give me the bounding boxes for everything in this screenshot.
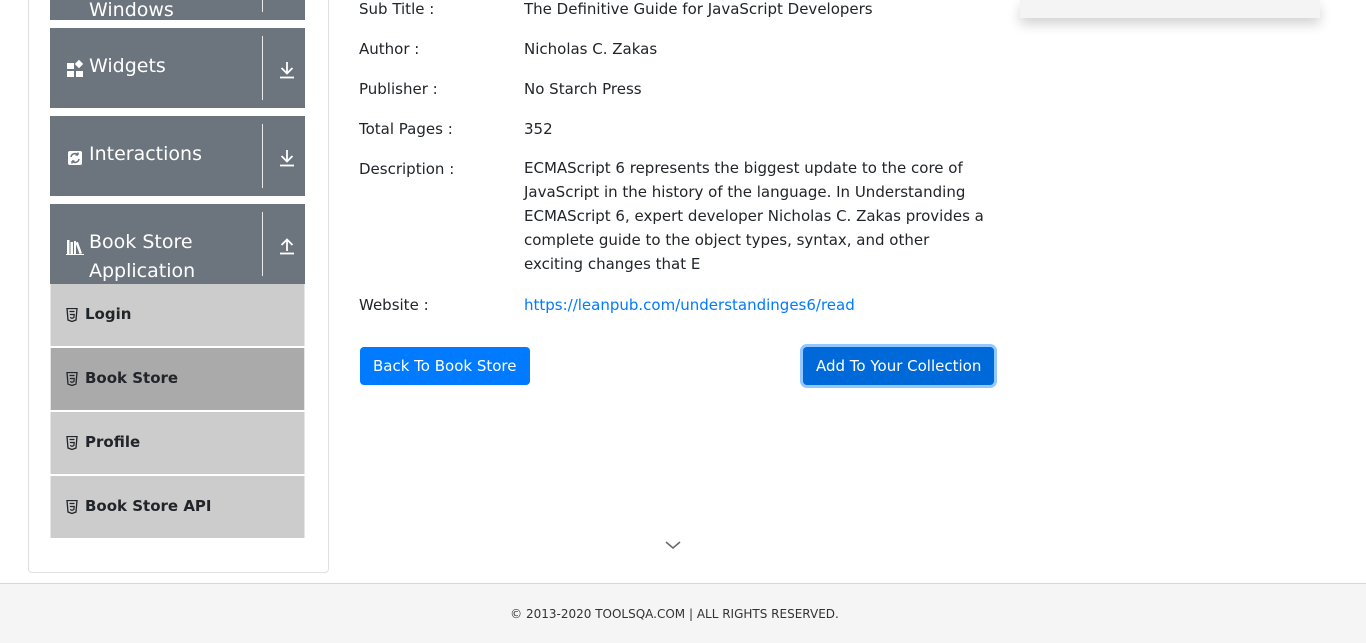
sidebar-item-label: Login <box>85 305 132 323</box>
subtitle-value: The Definitive Guide for JavaScript Deve… <box>524 0 873 18</box>
subtitle-label: Sub Title : <box>359 0 435 18</box>
html5-icon <box>66 308 78 322</box>
sidebar-group-label: Windows <box>89 0 174 21</box>
website-link[interactable]: https://leanpub.com/understandinges6/rea… <box>524 296 855 314</box>
books-icon <box>66 240 84 255</box>
download-arrow-icon[interactable] <box>277 60 297 80</box>
sidebar-group-windows[interactable]: Windows <box>50 0 305 21</box>
sidebar-group-interactions[interactable]: Interactions <box>50 116 305 196</box>
copyright-text: © 2013-2020 TOOLSQA.COM | ALL RIGHTS RES… <box>510 607 839 621</box>
download-arrow-icon[interactable] <box>277 148 297 168</box>
page-footer: © 2013-2020 TOOLSQA.COM | ALL RIGHTS RES… <box>0 583 1366 643</box>
description-label: Description : <box>359 160 455 178</box>
sidebar-group-widgets[interactable]: Widgets <box>50 28 305 108</box>
sidebar-item-login[interactable]: Login <box>50 284 305 346</box>
upload-arrow-icon[interactable] <box>277 236 297 256</box>
website-label: Website : <box>359 296 429 314</box>
chevron-down-icon[interactable] <box>664 538 682 552</box>
html5-icon <box>66 436 78 450</box>
divider <box>262 36 263 100</box>
publisher-label: Publisher : <box>359 80 438 98</box>
author-value: Nicholas C. Zakas <box>524 40 658 58</box>
author-label: Author : <box>359 40 420 58</box>
divider <box>262 212 263 276</box>
description-value: ECMAScript 6 represents the biggest upda… <box>524 159 984 273</box>
book-image-card <box>1020 0 1320 18</box>
widgets-icon <box>67 60 84 77</box>
total-pages-label: Total Pages : <box>359 120 453 138</box>
sidebar-item-book-store[interactable]: Book Store <box>50 348 305 410</box>
sidebar-group-label: Book Store <box>89 231 193 253</box>
interactions-icon <box>68 151 82 165</box>
sidebar-group-label: Interactions <box>89 143 202 165</box>
divider <box>262 0 263 12</box>
total-pages-value: 352 <box>524 120 553 138</box>
sidebar-item-label: Book Store API <box>85 497 212 515</box>
sidebar-item-book-store-api[interactable]: Book Store API <box>50 476 305 538</box>
sidebar-item-label: Profile <box>85 433 141 451</box>
divider <box>262 124 263 188</box>
html5-icon <box>66 372 78 386</box>
html5-icon <box>66 500 78 514</box>
publisher-value: No Starch Press <box>524 80 642 98</box>
add-to-collection-button[interactable]: Add To Your Collection <box>803 347 995 385</box>
sidebar-item-profile[interactable]: Profile <box>50 412 305 474</box>
sidebar-group-label: Widgets <box>89 55 166 77</box>
sidebar-item-label: Book Store <box>85 369 179 387</box>
back-to-book-store-button[interactable]: Back To Book Store <box>360 347 530 385</box>
sidebar-menu-list: Login Book Store Profile Book Store API <box>50 284 305 540</box>
sidebar-group-book-store-application[interactable]: Book Store Application <box>50 204 305 284</box>
sidebar-group-label: Application <box>89 260 196 282</box>
